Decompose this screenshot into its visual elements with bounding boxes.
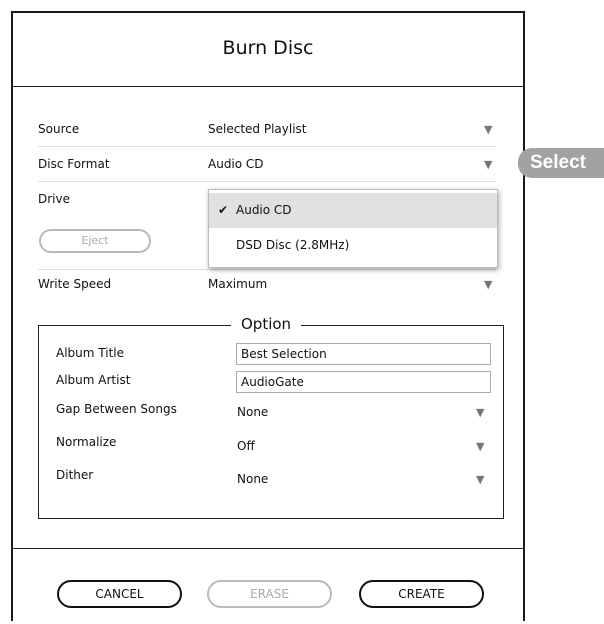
divider <box>38 181 496 182</box>
divider <box>38 146 496 147</box>
normalize-select[interactable]: Off <box>237 439 255 453</box>
select-callout-tag: Select <box>518 148 604 178</box>
write-speed-select[interactable]: Maximum <box>208 277 267 291</box>
normalize-label: Normalize <box>56 435 117 449</box>
dither-dropdown-arrow-icon[interactable]: ▼ <box>476 473 484 486</box>
drive-label: Drive <box>38 192 70 206</box>
dropdown-item-dsd-disc[interactable]: DSD Disc (2.8MHz) <box>209 228 497 263</box>
dropdown-item-label: Audio CD <box>236 203 292 217</box>
source-dropdown-arrow-icon[interactable]: ▼ <box>484 123 492 136</box>
gap-between-songs-label: Gap Between Songs <box>56 402 177 416</box>
disc-format-label: Disc Format <box>38 157 110 171</box>
source-label: Source <box>38 122 80 136</box>
disc-format-dropdown-menu: ✔ Audio CD DSD Disc (2.8MHz) <box>208 189 498 268</box>
disc-format-dropdown-arrow-icon[interactable]: ▼ <box>484 158 492 171</box>
gap-between-songs-select[interactable]: None <box>237 405 268 419</box>
divider <box>38 269 496 270</box>
cancel-button[interactable]: CANCEL <box>57 580 182 608</box>
dropdown-item-audio-cd[interactable]: ✔ Audio CD <box>209 193 497 228</box>
eject-button[interactable]: Eject <box>39 229 151 253</box>
option-group: Option Album Title Best Selection Album … <box>38 315 504 519</box>
gap-dropdown-arrow-icon[interactable]: ▼ <box>476 406 484 419</box>
dialog-title: Burn Disc <box>222 37 314 59</box>
disc-format-select[interactable]: Audio CD <box>208 157 264 171</box>
burn-disc-dialog: Burn Disc Source Selected Playlist ▼ Dis… <box>11 11 525 621</box>
write-speed-dropdown-arrow-icon[interactable]: ▼ <box>484 278 492 291</box>
create-button[interactable]: CREATE <box>359 580 484 608</box>
dither-select[interactable]: None <box>237 472 268 486</box>
dither-label: Dither <box>56 468 94 482</box>
checkmark-icon: ✔ <box>218 203 229 217</box>
album-artist-input[interactable]: AudioGate <box>236 371 491 393</box>
footer-divider <box>13 548 523 549</box>
option-legend: Option <box>231 315 302 333</box>
album-title-label: Album Title <box>56 346 124 360</box>
album-title-input[interactable]: Best Selection <box>236 343 491 365</box>
dropdown-item-label: DSD Disc (2.8MHz) <box>236 238 350 252</box>
source-select[interactable]: Selected Playlist <box>208 122 306 136</box>
title-bar: Burn Disc <box>13 13 523 87</box>
erase-button[interactable]: ERASE <box>207 580 332 608</box>
write-speed-label: Write Speed <box>38 277 112 291</box>
album-artist-label: Album Artist <box>56 373 131 387</box>
normalize-dropdown-arrow-icon[interactable]: ▼ <box>476 440 484 453</box>
